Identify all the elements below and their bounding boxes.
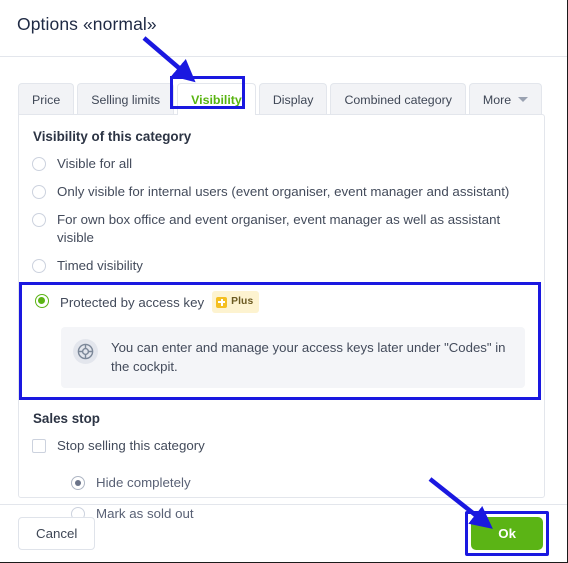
plus-badge-label: Plus (231, 296, 254, 307)
access-key-info-box: You can enter and manage your access key… (61, 327, 525, 388)
options-dialog: Options «normal» Price Selling limits Vi… (0, 0, 568, 563)
tab-price[interactable]: Price (18, 83, 75, 115)
radio-protected-by-access-key[interactable]: Protected by access key Plus (35, 291, 525, 319)
radio-own-box-office[interactable]: For own box office and event organiser, … (32, 206, 528, 252)
radio-indicator-selected (35, 294, 49, 308)
radio-timed-visibility[interactable]: Timed visibility (32, 252, 528, 280)
dialog-header: Options «normal» (0, 0, 567, 57)
tab-price-label: Price (32, 92, 61, 107)
radio-visible-for-all-label: Visible for all (57, 156, 133, 171)
radio-indicator (32, 213, 46, 227)
radio-own-box-office-label: For own box office and event organiser, … (57, 212, 501, 245)
tab-display[interactable]: Display (258, 83, 328, 115)
tab-visibility[interactable]: Visibility (177, 83, 256, 115)
status-badge: Plus (212, 291, 260, 313)
visibility-section-title: Visibility of this category (33, 129, 192, 144)
checkbox-stop-selling-category-label: Stop selling this category (57, 438, 205, 453)
chevron-down-icon (518, 97, 529, 102)
radio-indicator (32, 157, 46, 171)
plus-square-icon (216, 296, 228, 308)
radio-indicator (32, 259, 46, 273)
ok-button[interactable]: Ok (471, 517, 543, 550)
checkbox-indicator (32, 439, 46, 453)
access-key-info-text: You can enter and manage your access key… (111, 340, 506, 374)
protected-access-key-highlight: Protected by access key Plus You can ent… (19, 282, 541, 400)
tab-selling-limits-label: Selling limits (91, 92, 161, 107)
tab-more[interactable]: More (468, 83, 543, 115)
tab-combined-category-label: Combined category (344, 92, 452, 107)
sales-stop-section-title: Sales stop (33, 411, 100, 426)
dialog-footer: Cancel Ok (0, 504, 567, 562)
checkbox-stop-selling-category[interactable]: Stop selling this category (32, 432, 528, 460)
radio-timed-visibility-label: Timed visibility (57, 258, 143, 273)
radio-indicator-selected (71, 476, 85, 490)
radio-protected-by-access-key-label: Protected by access key (60, 295, 205, 310)
radio-internal-users-only-label: Only visible for internal users (event o… (57, 184, 510, 199)
radio-hide-completely[interactable]: Hide completely (32, 469, 528, 497)
tab-visibility-label: Visibility (191, 92, 242, 107)
lifebuoy-icon (73, 339, 98, 364)
radio-visible-for-all[interactable]: Visible for all (32, 150, 528, 178)
radio-indicator (32, 185, 46, 199)
tab-selling-limits[interactable]: Selling limits (77, 83, 175, 115)
radio-hide-completely-label: Hide completely (96, 475, 191, 490)
tab-more-label: More (482, 92, 512, 107)
visibility-panel: Visibility of this category Visible for … (18, 114, 545, 521)
tab-combined-category[interactable]: Combined category (330, 83, 466, 115)
radio-internal-users-only[interactable]: Only visible for internal users (event o… (32, 178, 528, 206)
tab-bar: Price Selling limits Visibility Display … (0, 79, 567, 115)
cancel-button[interactable]: Cancel (18, 517, 96, 550)
ok-button-highlight: Ok (465, 511, 549, 556)
page-title: Options «normal» (17, 14, 157, 34)
tab-display-label: Display (272, 92, 314, 107)
